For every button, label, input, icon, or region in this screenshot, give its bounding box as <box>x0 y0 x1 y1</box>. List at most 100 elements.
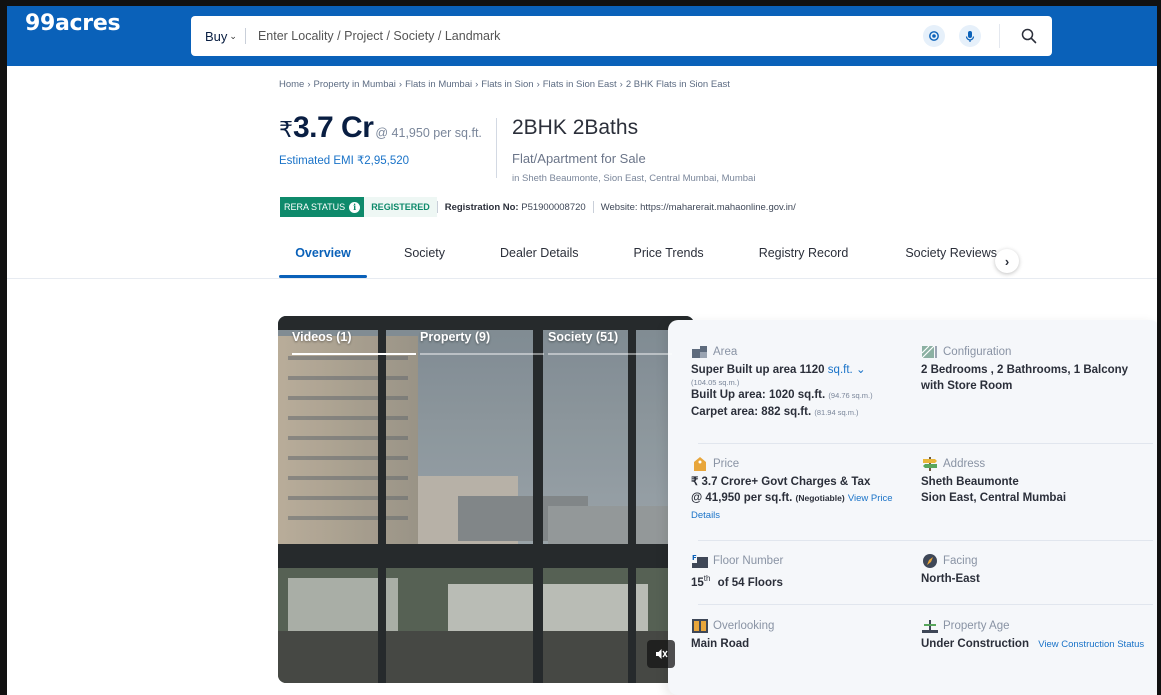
facing-label: Facing <box>943 555 978 567</box>
price-block: ₹ 3.7 Cr @ 41,950 per sq.ft. <box>279 111 482 145</box>
buy-dropdown[interactable]: Buy ⌄ <box>205 29 237 44</box>
rera-status-badge[interactable]: RERA STATUS i <box>280 197 365 217</box>
configuration-label-row: Configuration <box>921 344 1151 360</box>
info-icon[interactable]: i <box>349 201 361 213</box>
media-tabs: Videos (1) Property (9) Society (51) <box>292 330 676 355</box>
breadcrumb-current: 2 BHK Flats in Sion East <box>625 79 730 90</box>
price-label: Price <box>713 458 740 470</box>
area-unit-dropdown[interactable]: sq.ft. ⌄ <box>828 364 866 376</box>
super-built-area: Super Built up area 1120 sq.ft. ⌄ <box>691 362 906 378</box>
overlooking-detail: Overlooking Main Road <box>691 618 906 652</box>
tabs-next-arrow[interactable]: › <box>995 249 1019 273</box>
signpost-icon <box>923 457 937 471</box>
configuration-value: 2 Bedrooms , 2 Bathrooms, 1 Balcony with… <box>921 364 1129 392</box>
breadcrumb-separator: › <box>307 79 311 90</box>
breadcrumb-flats-mumbai[interactable]: Flats in Mumbai <box>405 79 472 90</box>
floor-label: Floor Number <box>713 555 784 567</box>
property-age-label: Property Age <box>943 620 1010 632</box>
breadcrumb-separator: › <box>398 79 403 90</box>
breadcrumb-separator: › <box>619 79 623 90</box>
tab-society-reviews[interactable]: Society Reviews <box>905 240 997 278</box>
floor-detail: F Floor Number 15th of 54 Floors <box>691 553 906 591</box>
property-age-label-row: Property Age <box>921 618 1157 634</box>
address-detail: Address Sheth Beaumonte Sion East, Centr… <box>921 456 1151 506</box>
breadcrumb-flats-sion[interactable]: Flats in Sion <box>481 79 533 90</box>
built-up-area: Built Up area: 1020 sq.ft. (94.76 sq.m.) <box>691 387 906 404</box>
svg-text:F: F <box>692 554 697 562</box>
carpet-area-sqm: (81.94 sq.m.) <box>814 408 859 417</box>
tab-overview[interactable]: Overview <box>279 240 367 278</box>
page-frame: 99acres Buy ⌄ Home› Property in Mumbai› … <box>0 0 1161 695</box>
floor-total: of 54 Floors <box>717 576 783 589</box>
buy-label: Buy <box>205 28 228 44</box>
breadcrumb-separator: › <box>475 79 479 90</box>
chevron-down-icon: ⌄ <box>229 30 237 41</box>
details-divider <box>698 604 1153 605</box>
search-bar: Buy ⌄ <box>191 16 1052 56</box>
price-per-sqft-row: @ 41,950 per sq.ft. (Negotiable) View Pr… <box>691 490 906 524</box>
negotiable-tag: (Negotiable) <box>795 493 845 503</box>
view-construction-status-link[interactable]: View Construction Status <box>1038 639 1144 650</box>
address-line-2: Sion East, Central Mumbai <box>921 492 1067 504</box>
breadcrumb-property-mumbai[interactable]: Property in Mumbai <box>314 79 396 90</box>
price-label-row: Price <box>691 456 906 472</box>
property-age-row: Under Construction View Construction Sta… <box>921 636 1157 653</box>
search-input[interactable] <box>257 29 878 43</box>
location-icon[interactable] <box>923 25 945 47</box>
tabs-divider <box>7 278 1157 279</box>
area-detail: Area Super Built up area 1120 sq.ft. ⌄ (… <box>691 344 906 421</box>
top-header: 99acres Buy ⌄ <box>7 6 1157 66</box>
breadcrumb-separator: › <box>536 79 540 90</box>
compass-icon <box>923 554 937 568</box>
media-tab-society[interactable]: Society (51) <box>548 330 672 355</box>
price-per-sqft: @ 41,950 per sq.ft. <box>375 126 482 140</box>
breadcrumb-flats-sion-east[interactable]: Flats in Sion East <box>543 79 617 90</box>
breadcrumb: Home › Property in Mumbai › Flats in Mumba… <box>279 79 730 90</box>
configuration-detail: Configuration 2 Bedrooms , 2 Bathrooms, … <box>921 344 1151 394</box>
listing-title: 2BHK 2Baths <box>512 116 639 139</box>
facing-label-row: Facing <box>921 553 1151 569</box>
floor-label-row: F Floor Number <box>691 553 906 569</box>
rera-strip: RERA STATUS i REGISTERED Registration No… <box>280 197 803 217</box>
price-per-sqft-value: @ 41,950 per sq.ft. <box>691 492 793 504</box>
address-label: Address <box>943 458 986 470</box>
floor-value: 15th of 54 Floors <box>691 571 906 591</box>
tab-registry-record[interactable]: Registry Record <box>759 240 849 278</box>
header-divider <box>496 118 497 178</box>
mute-icon[interactable] <box>647 640 675 668</box>
media-tab-videos[interactable]: Videos (1) <box>292 330 416 355</box>
microphone-icon[interactable] <box>959 25 981 47</box>
breadcrumb-home[interactable]: Home <box>279 79 304 90</box>
rupee-symbol: ₹ <box>279 117 293 142</box>
floor-number: 15 <box>691 576 704 589</box>
configuration-icon <box>921 345 937 359</box>
construction-icon <box>922 620 938 633</box>
rera-registration-number: P51900008720 <box>521 201 586 213</box>
search-icon[interactable] <box>1017 24 1041 48</box>
overlooking-label-row: Overlooking <box>691 618 906 634</box>
tab-dealer-details[interactable]: Dealer Details <box>500 240 579 278</box>
details-divider <box>698 540 1153 541</box>
window-icon <box>692 619 708 633</box>
property-video-frame <box>278 316 694 683</box>
section-tabs: Overview Society Dealer Details Price Tr… <box>279 240 997 278</box>
site-logo[interactable]: 99acres <box>25 11 121 36</box>
rera-registration-label: Registration No: <box>444 201 519 213</box>
address-label-row: Address <box>921 456 1151 472</box>
tab-price-trends[interactable]: Price Trends <box>634 240 704 278</box>
area-label: Area <box>713 346 738 358</box>
chevron-down-icon: ⌄ <box>855 364 866 376</box>
tab-society[interactable]: Society <box>404 240 445 278</box>
super-built-area-text: Super Built up area 1120 <box>691 364 825 376</box>
emi-link[interactable]: Estimated EMI ₹2,95,520 <box>279 153 409 167</box>
built-up-area-sqm: (94.76 sq.m.) <box>828 391 873 400</box>
area-label-row: Area <box>691 344 906 360</box>
built-up-area-text: Built Up area: 1020 sq.ft. <box>691 389 826 401</box>
facing-value: North-East <box>921 573 980 585</box>
area-icon <box>692 346 707 358</box>
facing-detail: Facing North-East <box>921 553 1151 587</box>
media-tab-property[interactable]: Property (9) <box>420 330 544 355</box>
rera-website[interactable]: Website: https://maharerait.mahaonline.g… <box>594 202 803 213</box>
media-gallery[interactable]: Videos (1) Property (9) Society (51) <box>278 316 694 683</box>
super-built-area-sqm: (104.05 sq.m.) <box>691 378 740 387</box>
